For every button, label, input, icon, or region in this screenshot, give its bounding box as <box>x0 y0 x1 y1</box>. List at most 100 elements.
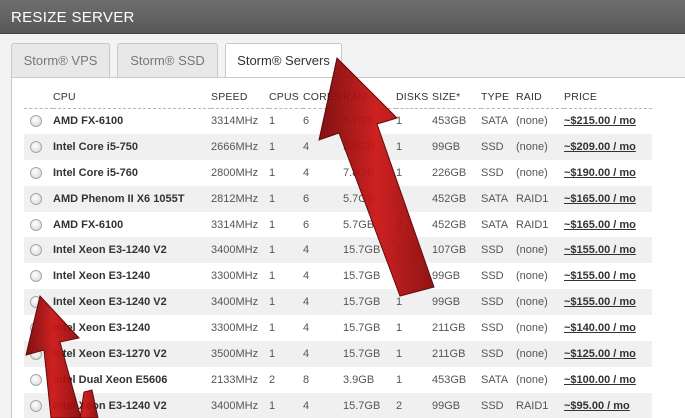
table-row[interactable]: AMD Phenom II X6 1055T 2812MHz 1 6 5.7GB 452G… <box>24 185 652 212</box>
table-row[interactable]: Intel Core i5-760 2800MHz 1 4 7.8GB 1 226GB SSD… <box>24 160 652 186</box>
tab-storm-servers[interactable]: Storm® Servers <box>225 43 342 78</box>
table-row[interactable]: AMD FX-6100 3314MHz 1 6 5.7GB 1 453GB SATA (none… <box>24 108 652 134</box>
cell-cpu: Intel Dual Xeon E5606 <box>53 373 168 386</box>
radio-cell <box>24 185 53 212</box>
tab-storm-ssd[interactable]: Storm® SSD <box>117 43 218 77</box>
table-row[interactable]: AMD FX-6100 3314MHz 1 6 5.7GB 2 452GB SATA RAID1… <box>24 212 652 238</box>
column-header-disks[interactable]: DISKS <box>396 86 432 109</box>
cell-ram: 5.6GB <box>343 133 396 160</box>
table-row[interactable]: Intel Xeon E3-1240 3300MHz 1 4 15.7GB 1 211GB S… <box>24 315 652 341</box>
cell-size: 452GB <box>432 218 467 231</box>
price-link[interactable]: ~$190.00 / mo <box>564 167 636 179</box>
cell-ram: 15.7GB <box>343 392 396 418</box>
cell-disks: 1 <box>396 322 403 335</box>
server-radio-button[interactable] <box>30 322 42 335</box>
price-link[interactable]: ~$165.00 / mo <box>564 219 636 231</box>
cell-cpu: Intel Xeon E3-1240 <box>53 270 151 283</box>
cell-cores: 4 <box>303 322 310 335</box>
cell-cpus: 1 <box>269 185 303 212</box>
cell-disks: 1 <box>396 115 403 128</box>
server-radio-button[interactable] <box>30 348 42 360</box>
cell-cpus: 2 <box>269 373 276 386</box>
column-header-size[interactable]: SIZE* <box>432 86 481 109</box>
server-radio-button[interactable] <box>30 218 42 231</box>
table-row[interactable]: Intel Core i5-750 2666MHz 1 4 5.6GB 1 99GB SSD(… <box>24 133 652 160</box>
cell-price: ~$155.00 / mo <box>564 263 652 289</box>
cell-raid: (none) <box>516 322 548 335</box>
column-header-type[interactable]: TYPE <box>481 86 516 109</box>
price-link[interactable]: ~$155.00 / mo <box>564 296 636 308</box>
price-link[interactable]: ~$125.00 / mo <box>564 348 636 360</box>
cell-speed: 3500MHz <box>211 341 269 367</box>
cell-ram: 5.7GB <box>343 115 375 128</box>
table-row[interactable]: Intel Xeon E3-1240 V2 3400MHz 1 4 15.7GB 1 99G… <box>24 289 652 316</box>
cell-raid: (none) <box>516 166 548 179</box>
price-link[interactable]: ~$155.00 / mo <box>564 270 636 282</box>
tab-storm-vps[interactable]: Storm® VPS <box>11 43 110 77</box>
cell-type: SATA <box>481 373 509 386</box>
price-link[interactable]: ~$100.00 / mo <box>564 374 636 386</box>
cell-price: ~$155.00 / mo <box>564 289 652 316</box>
cell-disks: 1 <box>396 133 432 160</box>
cell-cpus: 1 <box>269 166 276 179</box>
cell-cpu: Intel Core i5-750 <box>53 133 211 160</box>
server-radio-button[interactable] <box>30 166 42 179</box>
cell-type: SATA <box>481 185 516 212</box>
cell-raid: (none) <box>516 373 548 386</box>
price-link[interactable]: ~$155.00 / mo <box>564 244 636 256</box>
cell-raid: (none) <box>516 341 564 367</box>
cell-price: ~$140.00 / mo <box>564 315 652 341</box>
cell-type: SSD <box>481 237 516 264</box>
cell-raid: RAID1 <box>516 185 564 212</box>
price-link[interactable]: ~$95.00 / mo <box>564 400 630 412</box>
server-radio-button[interactable] <box>30 244 42 257</box>
cell-disks: 1 <box>396 373 403 386</box>
window-title: RESIZE SERVER <box>11 9 135 26</box>
radio-cell <box>24 315 53 341</box>
column-header-raid[interactable]: RAID <box>516 86 564 109</box>
table-row[interactable]: Intel Xeon E3-1240 3300MHz 1 4 15.7GB 99GB SSD… <box>24 263 652 289</box>
column-header-speed[interactable]: SPEED <box>211 86 269 109</box>
cell-cpu: Intel Xeon E3-1240 <box>53 322 151 335</box>
table-row[interactable]: Intel Dual Xeon E5606 2133MHz 2 8 3.9GB 1 453G… <box>24 367 652 393</box>
table-row[interactable]: Intel Xeon E3-1270 V2 3500MHz 1 4 15.7GB 1 211… <box>24 341 652 367</box>
cell-type: SSD <box>481 270 504 283</box>
cell-cores: 4 <box>303 237 343 264</box>
column-header-ram[interactable]: RAM <box>343 86 396 109</box>
price-link[interactable]: ~$215.00 / mo <box>564 115 636 127</box>
radio-cell <box>24 392 53 418</box>
cell-type: SSD <box>481 341 516 367</box>
server-radio-button[interactable] <box>30 373 42 386</box>
cell-speed: 3300MHz <box>211 270 259 283</box>
price-link[interactable]: ~$165.00 / mo <box>564 193 636 205</box>
cell-speed: 3314MHz <box>211 115 259 128</box>
cell-cpu: Intel Xeon E3-1270 V2 <box>53 341 211 367</box>
cell-cpu: AMD FX-6100 <box>53 115 124 128</box>
column-header-cores[interactable]: CORES <box>303 86 343 109</box>
table-row[interactable]: Intel Xeon E3-1240 V2 3400MHz 1 4 15.7GB 2 99G… <box>24 392 652 418</box>
server-radio-button[interactable] <box>30 115 42 128</box>
column-header-cpus[interactable]: CPUS <box>269 86 303 109</box>
server-radio-button[interactable] <box>30 399 42 412</box>
cell-raid: (none) <box>516 115 548 128</box>
cell-size: 452GB <box>432 185 481 212</box>
cell-cpus: 1 <box>269 289 303 316</box>
price-link[interactable]: ~$209.00 / mo <box>564 141 636 153</box>
radio-cell <box>24 263 53 289</box>
server-radio-button[interactable] <box>30 140 42 153</box>
cell-cpus: 1 <box>269 237 303 264</box>
column-header-cpu[interactable]: CPU <box>53 86 211 109</box>
cell-speed: 3400MHz <box>211 289 269 316</box>
server-radio-button[interactable] <box>30 270 42 283</box>
radio-cell <box>24 341 53 367</box>
server-radio-button[interactable] <box>30 192 42 205</box>
cell-disks: 1 <box>396 237 432 264</box>
table-row[interactable]: Intel Xeon E3-1240 V2 3400MHz 1 4 15.7GB 1 107… <box>24 237 652 264</box>
price-link[interactable]: ~$140.00 / mo <box>564 322 636 334</box>
cell-size: 211GB <box>432 322 466 335</box>
cell-cpus: 1 <box>269 341 303 367</box>
cell-ram: 15.7GB <box>343 270 381 283</box>
cell-price: ~$95.00 / mo <box>564 392 652 418</box>
server-radio-button[interactable] <box>30 296 42 309</box>
column-header-price[interactable]: PRICE <box>564 86 652 109</box>
